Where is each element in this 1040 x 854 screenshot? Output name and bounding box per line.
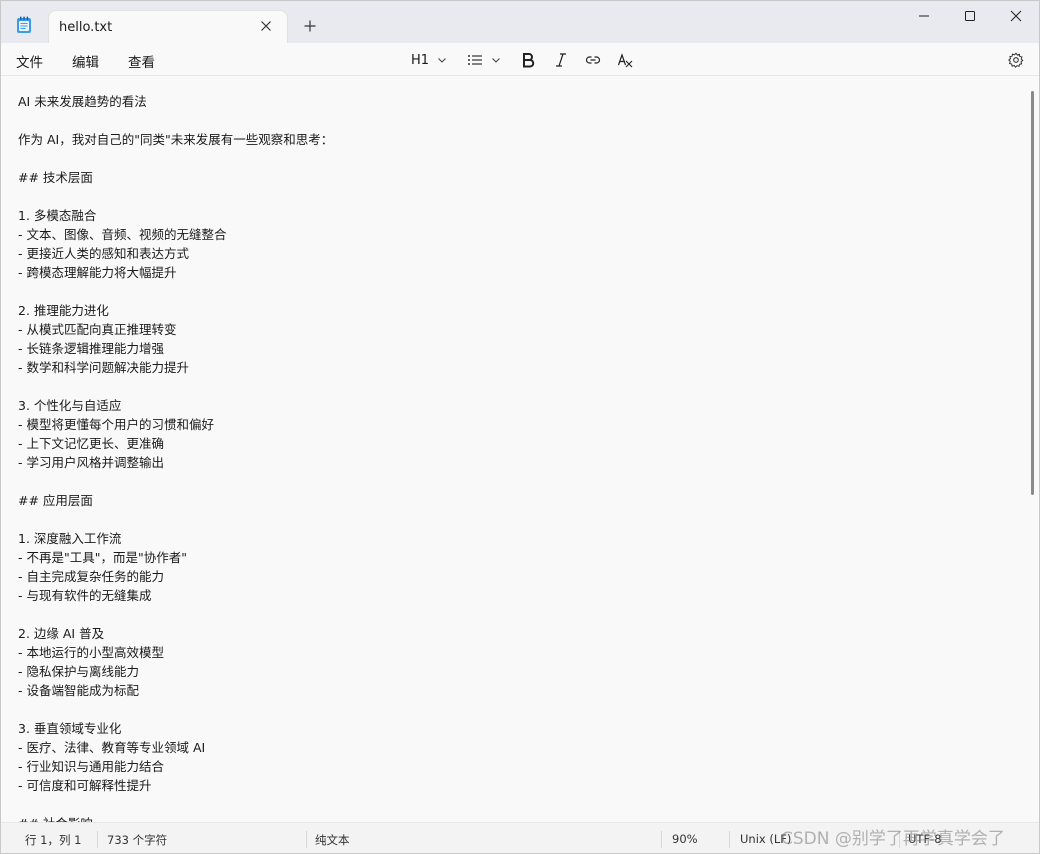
minimize-button[interactable] <box>901 1 947 31</box>
bold-icon <box>523 53 535 68</box>
csdn-watermark: CSDN @别学了再学真学会了 <box>781 829 1005 849</box>
text-line: - 可信度和可解释性提升 <box>18 778 152 793</box>
notepad-icon <box>17 16 31 33</box>
maximize-icon <box>965 11 975 21</box>
text-line: - 本地运行的小型高效模型 <box>18 645 164 660</box>
text-line: 2. 边缘 AI 普及 <box>18 626 105 641</box>
minimize-icon <box>919 15 929 17</box>
text-line: 3. 个性化与自适应 <box>18 398 122 413</box>
menu-bar: 文件 编辑 查看 H1 <box>1 43 1039 76</box>
text-line: 3. 垂直领域专业化 <box>18 721 122 736</box>
italic-icon <box>556 53 566 67</box>
vertical-scrollbar[interactable] <box>1031 91 1034 495</box>
text-line: ## 技术层面 <box>18 170 93 185</box>
text-editor[interactable]: AI 未来发展趋势的看法作为 AI，我对自己的"同类"未来发展有一些观察和思考：… <box>1 77 1039 822</box>
clear-formatting-icon <box>617 53 633 68</box>
text-line: - 上下文记忆更长、更准确 <box>18 436 164 451</box>
zoom-level[interactable]: 90% <box>672 832 698 846</box>
close-window-button[interactable] <box>993 1 1039 31</box>
text-line: - 模型将更懂每个用户的习惯和偏好 <box>18 417 214 432</box>
text-line: - 自主完成复杂任务的能力 <box>18 569 164 584</box>
clear-formatting-button[interactable] <box>617 50 633 70</box>
text-line: ## 社会影响 <box>18 814 93 822</box>
status-divider <box>97 831 98 848</box>
tab-title: hello.txt <box>59 20 113 35</box>
chevron-down-icon <box>492 58 500 63</box>
maximize-button[interactable] <box>947 1 993 31</box>
settings-button[interactable] <box>1008 50 1024 70</box>
text-line: - 长链条逻辑推理能力增强 <box>18 341 164 356</box>
menu-file[interactable]: 文件 <box>16 51 43 71</box>
menu-view[interactable]: 查看 <box>128 51 155 71</box>
italic-button[interactable] <box>554 50 568 70</box>
text-line: ## 应用层面 <box>18 493 93 508</box>
chevron-down-icon <box>438 58 446 63</box>
list-dropdown[interactable] <box>467 50 501 70</box>
text-line: 2. 推理能力进化 <box>18 303 109 318</box>
status-divider <box>306 831 307 848</box>
link-icon <box>585 56 601 64</box>
text-line: - 隐私保护与离线能力 <box>18 664 139 679</box>
text-line: - 数学和科学问题解决能力提升 <box>18 360 189 375</box>
text-line: - 跨模态理解能力将大幅提升 <box>18 265 177 280</box>
text-line: - 不再是"工具"，而是"协作者" <box>18 550 187 565</box>
text-line: 1. 多模态融合 <box>18 208 97 223</box>
text-line: - 医疗、法律、教育等专业领域 AI <box>18 740 206 755</box>
text-line: - 行业知识与通用能力结合 <box>18 759 164 774</box>
status-divider <box>661 831 662 848</box>
list-icon <box>468 55 482 65</box>
text-line: 作为 AI，我对自己的"同类"未来发展有一些观察和思考： <box>18 132 334 147</box>
close-tab-icon[interactable] <box>257 17 275 35</box>
heading-dropdown[interactable]: H1 <box>411 50 447 70</box>
text-line: - 与现有软件的无缝集成 <box>18 588 152 603</box>
notepad-window: hello.txt 文件 编辑 查看 H1 AI 未来发展趋势的看法 作为 AI… <box>0 0 1040 854</box>
cursor-position: 行 1，列 1 <box>25 833 82 847</box>
character-count: 733 个字符 <box>107 833 168 847</box>
text-line: AI 未来发展趋势的看法 <box>18 94 147 109</box>
title-bar: hello.txt <box>1 1 1039 43</box>
document-format[interactable]: 纯文本 <box>315 832 350 848</box>
menu-edit[interactable]: 编辑 <box>72 51 99 71</box>
close-icon <box>1010 10 1022 22</box>
text-line: - 从模式匹配向真正推理转变 <box>18 322 177 337</box>
link-button[interactable] <box>585 50 601 70</box>
heading-label: H1 <box>411 52 430 68</box>
text-line: - 设备端智能成为标配 <box>18 683 139 698</box>
tab-hello-txt[interactable]: hello.txt <box>48 10 288 43</box>
text-line: - 学习用户风格并调整输出 <box>18 455 164 470</box>
text-line: 1. 深度融入工作流 <box>18 531 122 546</box>
status-divider <box>729 831 730 848</box>
text-line: - 文本、图像、音频、视频的无缝整合 <box>18 227 227 242</box>
gear-icon <box>1008 52 1024 68</box>
new-tab-icon[interactable] <box>301 17 319 35</box>
text-line: - 更接近人类的感知和表达方式 <box>18 246 189 261</box>
bold-button[interactable] <box>521 50 535 70</box>
